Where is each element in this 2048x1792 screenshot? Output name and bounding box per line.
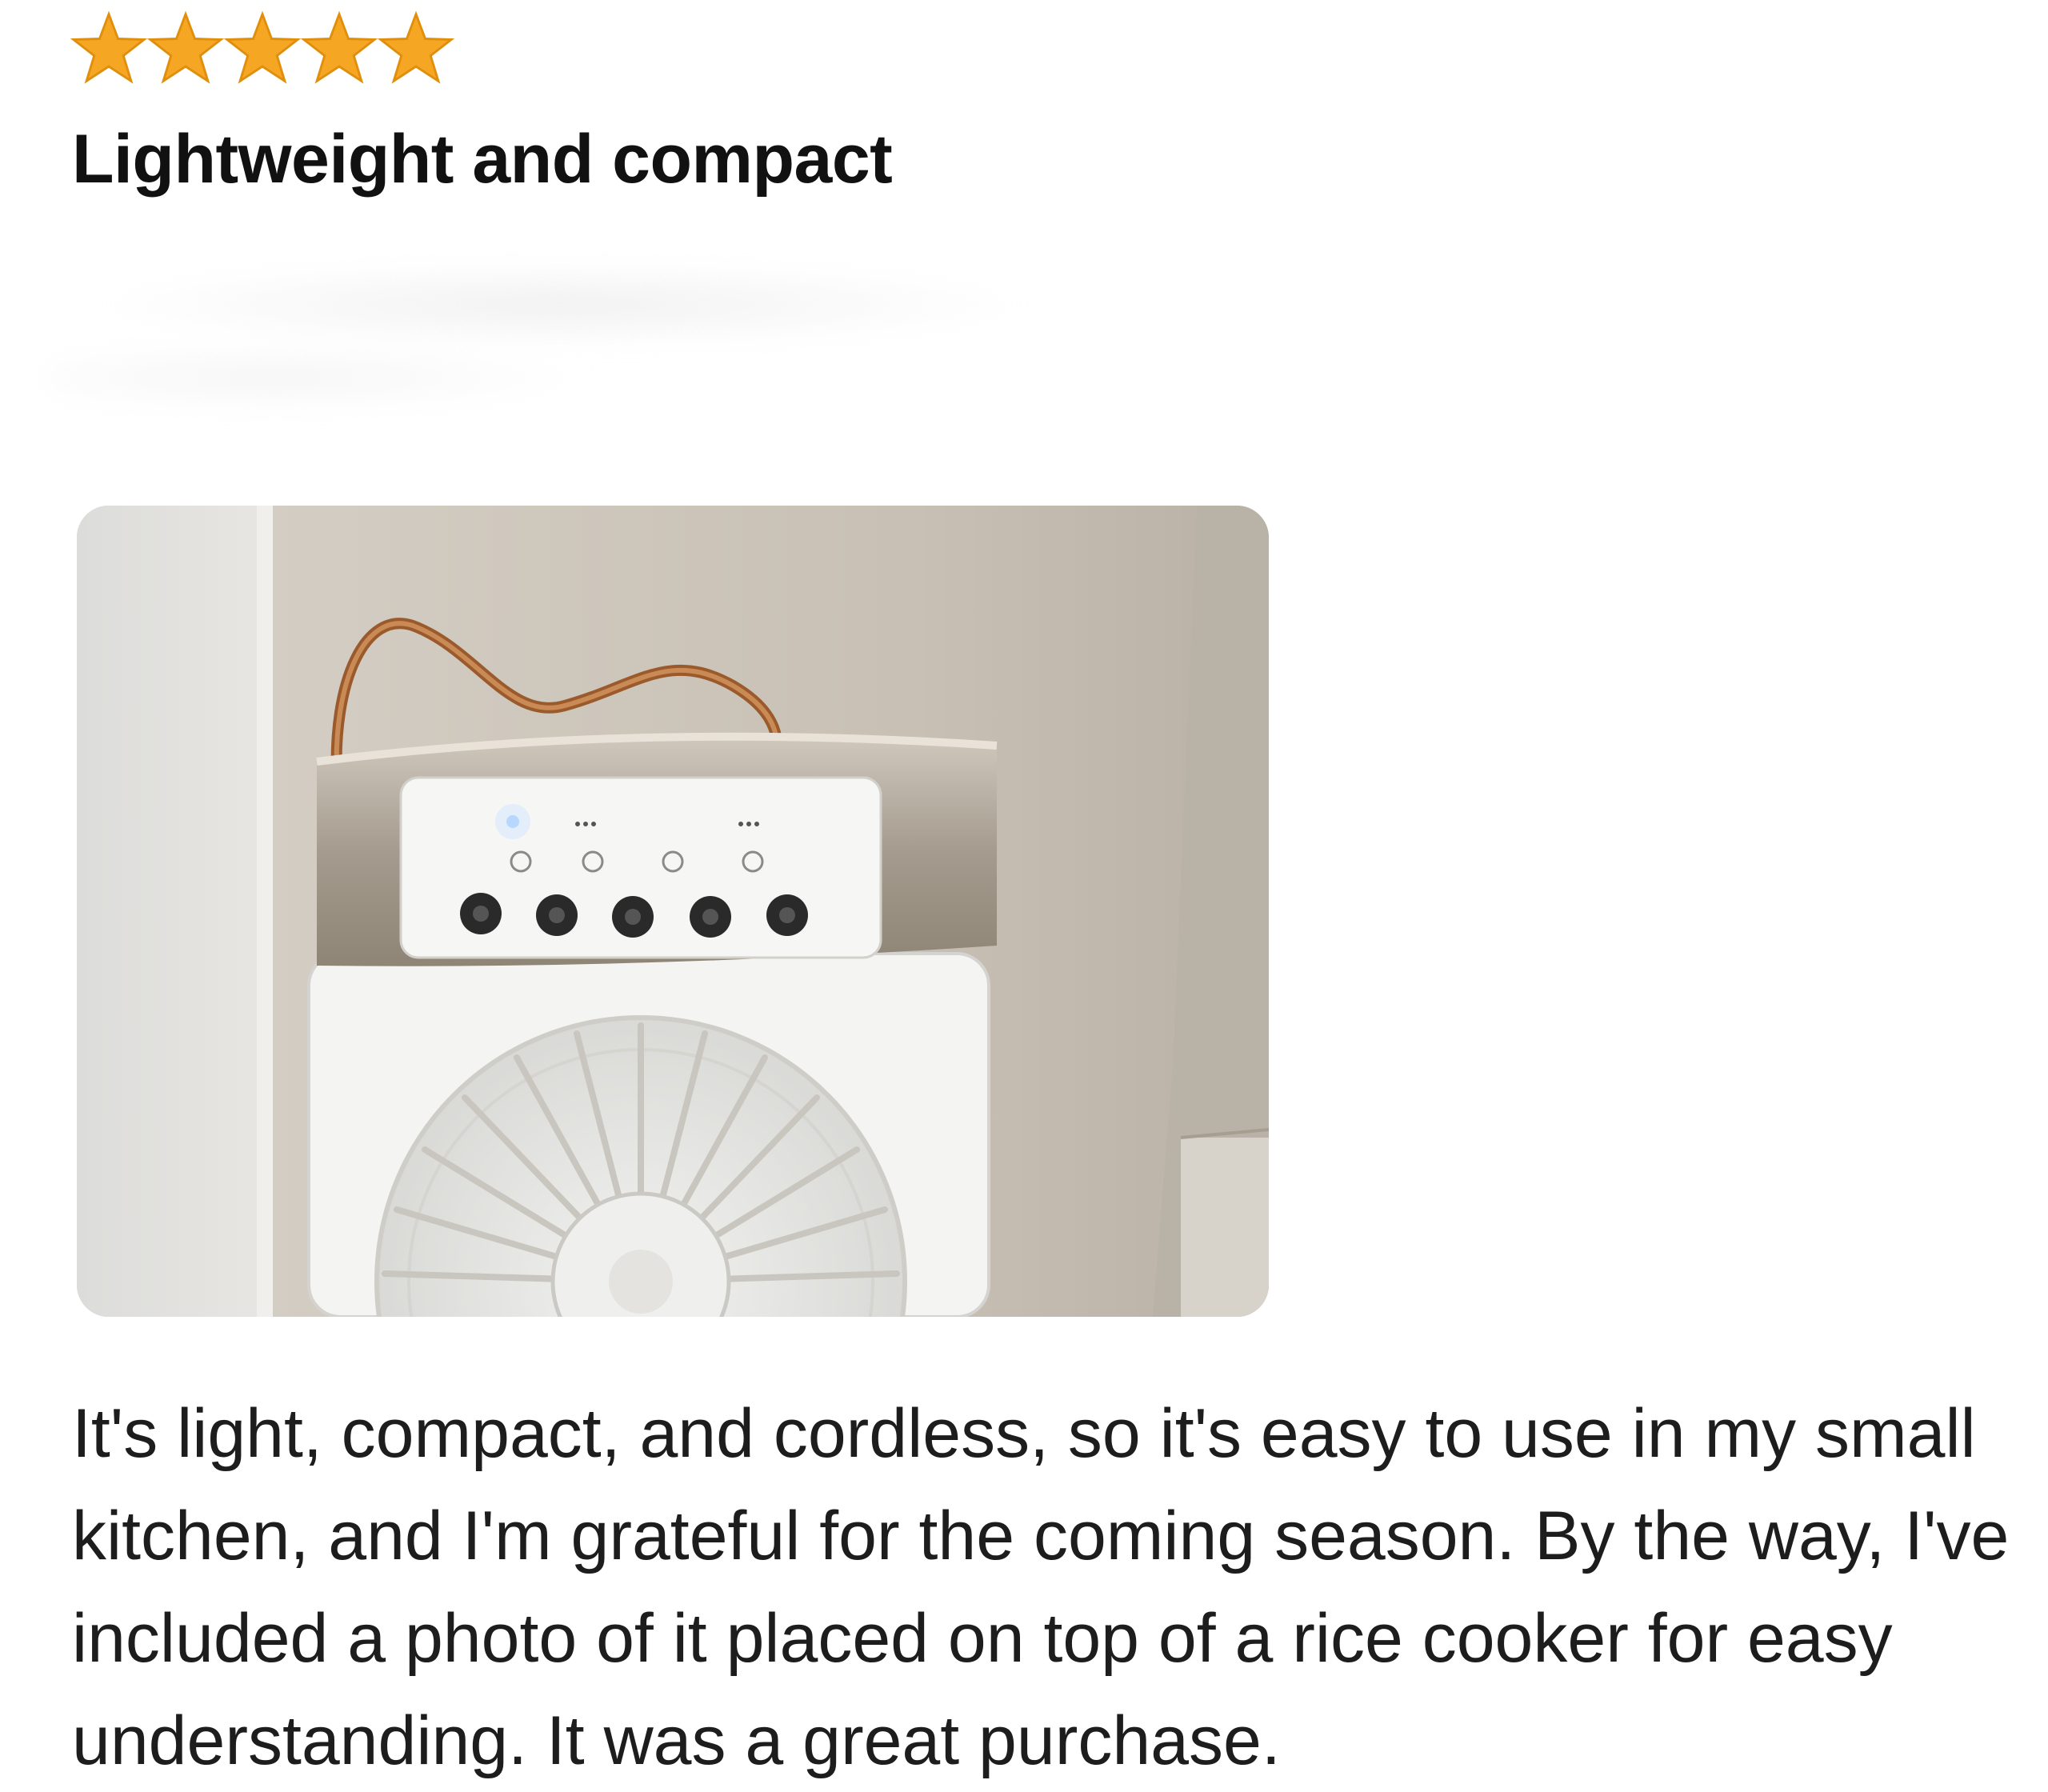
review-meta-blurred <box>48 232 1184 440</box>
review-photo[interactable] <box>77 506 1269 1317</box>
star-icon <box>70 10 147 84</box>
star-rating <box>70 10 454 86</box>
review-body: It's light, compact, and cordless, so it… <box>72 1395 2010 1779</box>
review-title: Lightweight and compact <box>72 121 893 198</box>
star-icon <box>301 10 378 84</box>
star-icon <box>147 10 224 84</box>
star-icon <box>224 10 301 84</box>
portable-fan-photo-icon <box>77 506 1269 1317</box>
star-icon <box>378 10 454 84</box>
